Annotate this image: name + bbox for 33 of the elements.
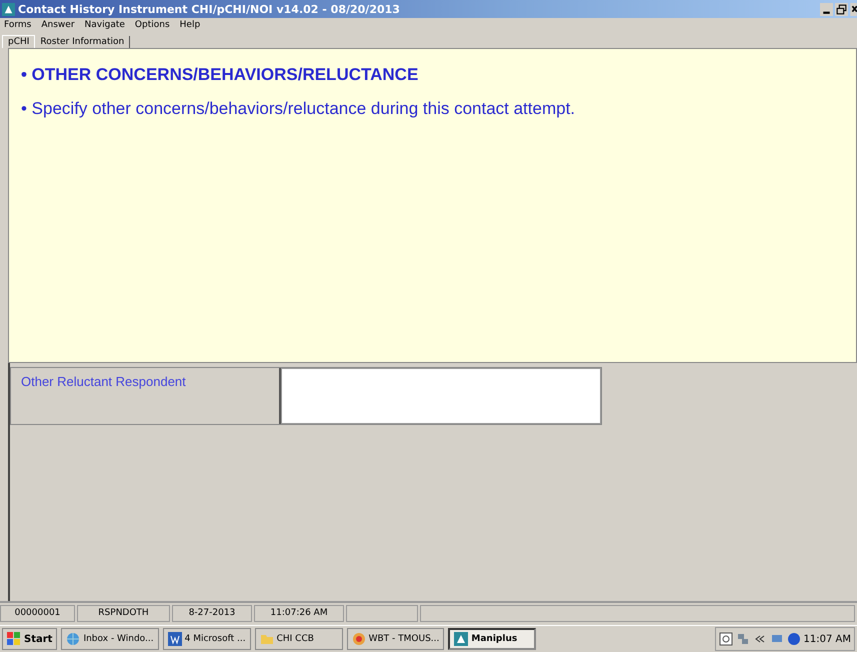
taskbar-button[interactable]: Maniplus bbox=[448, 628, 536, 650]
restore-icon[interactable] bbox=[835, 2, 848, 16]
menu-item[interactable]: Forms bbox=[4, 20, 32, 30]
document-icon bbox=[168, 632, 182, 646]
close-icon[interactable] bbox=[850, 2, 857, 16]
taskbar-button[interactable]: CHI CCB bbox=[254, 628, 343, 650]
taskbar-button[interactable]: WBT - TMOUS... bbox=[346, 628, 444, 650]
taskbar-button[interactable]: 4 Microsoft ... bbox=[162, 628, 251, 650]
folder-icon bbox=[260, 632, 274, 646]
minimize-icon[interactable] bbox=[820, 2, 833, 16]
app-icon bbox=[454, 632, 468, 646]
menu-item[interactable]: Answer bbox=[41, 20, 75, 30]
window-title: Contact History Instrument CHI/pCHI/NOI v14.02 - 08/20/2013 bbox=[18, 2, 400, 16]
input-field[interactable] bbox=[281, 368, 601, 424]
flower-icon bbox=[352, 632, 366, 646]
start-button[interactable]: Start bbox=[2, 628, 58, 650]
question-text: • OTHER CONCERNS/BEHAVIORS/RELUCTANCE bbox=[21, 65, 420, 85]
menu-item[interactable]: Help bbox=[180, 20, 200, 30]
status-panel bbox=[346, 605, 418, 622]
taskbar-button[interactable]: Inbox - Windo... bbox=[61, 628, 159, 650]
tab[interactable]: pCHI bbox=[2, 35, 36, 48]
menu-item[interactable]: Navigate bbox=[84, 20, 125, 30]
globe-icon bbox=[66, 632, 80, 646]
help-icon[interactable] bbox=[718, 632, 733, 646]
status-cell: 8-27-2013 bbox=[172, 605, 252, 622]
menu-item[interactable]: Options bbox=[134, 20, 170, 30]
status-cell: 11:07:26 AM bbox=[254, 605, 344, 622]
status-cell: RSPNDOTH bbox=[77, 605, 170, 622]
app-icon bbox=[2, 2, 15, 16]
windows-logo-icon bbox=[7, 632, 21, 646]
status-cell: 00000001 bbox=[0, 605, 75, 622]
question-text: • Specify other concerns/behaviors/reluctance during this contact attempt. bbox=[21, 99, 576, 119]
clock: 11:07 AM bbox=[804, 634, 851, 644]
